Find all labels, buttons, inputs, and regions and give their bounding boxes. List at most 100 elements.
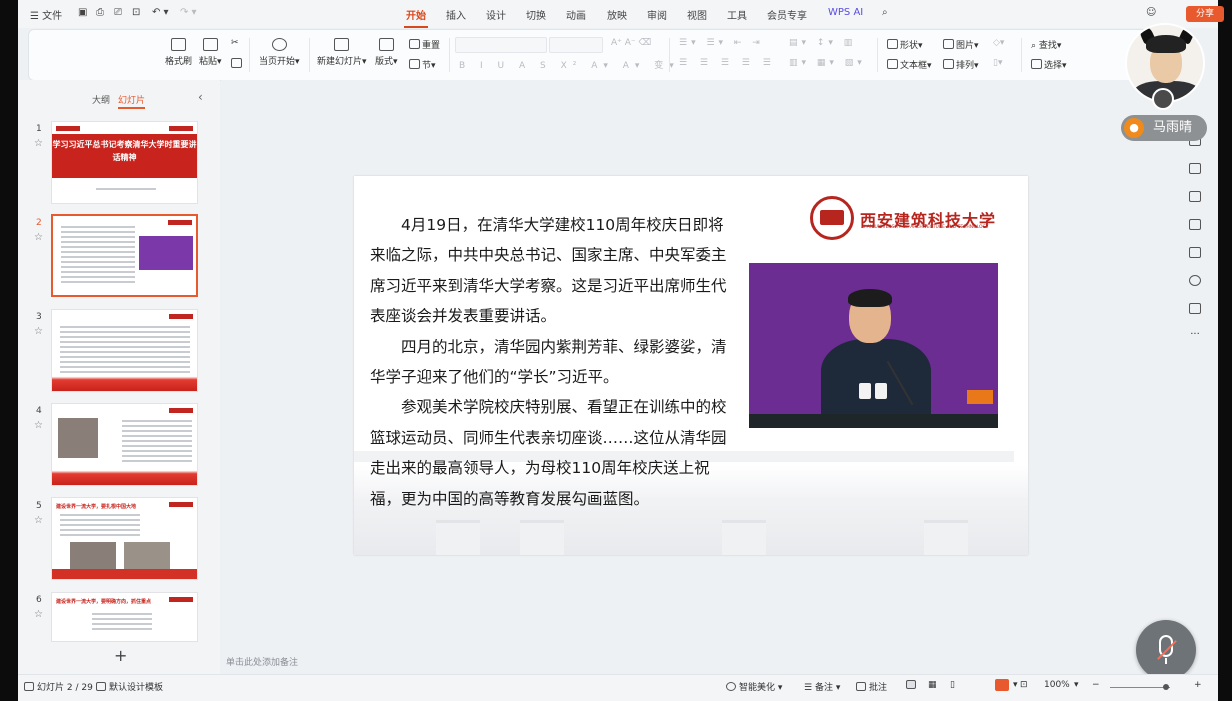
tab-review[interactable]: 审阅 xyxy=(647,7,667,22)
align-controls[interactable]: ☰ ☰ ☰ ☰ ☰ xyxy=(679,58,776,68)
shape-button[interactable]: 形状▾ xyxy=(887,38,923,51)
undo-icon[interactable]: ↶ ▾ xyxy=(152,7,169,18)
text-format-controls[interactable]: B I U A S X² A▾ A▾ 变▾ xyxy=(459,58,680,71)
paragraph-controls[interactable]: ▤▾ ↕▾ ▥ xyxy=(789,38,856,48)
tab-transition[interactable]: 切换 xyxy=(526,7,546,22)
zoom-out-button[interactable]: − xyxy=(1092,680,1100,690)
zoom-in-button[interactable]: + xyxy=(1194,680,1202,690)
play-slideshow-button[interactable] xyxy=(995,679,1009,691)
magic-tool-icon[interactable] xyxy=(1189,219,1201,230)
picture-tool-icon[interactable] xyxy=(1189,191,1201,202)
slide-thumbnail-1[interactable]: 学习习近平总书记考察清华大学时重要讲话精神 xyxy=(51,121,198,204)
help-icon[interactable] xyxy=(1189,275,1201,286)
background-pillar xyxy=(722,520,766,555)
zoom-dropdown-icon[interactable]: ▾ xyxy=(1074,680,1079,690)
find-button[interactable]: ⌕ 查找▾ xyxy=(1031,38,1061,51)
comments-button[interactable]: 批注 xyxy=(856,680,887,693)
normal-view-icon[interactable] xyxy=(906,680,919,691)
book-icon[interactable] xyxy=(1189,247,1201,258)
copy-icon[interactable] xyxy=(231,58,244,70)
select-button[interactable]: 选择▾ xyxy=(1031,58,1067,71)
font-size-controls[interactable]: A⁺ A⁻ ⌫ xyxy=(611,38,651,48)
slide-thumbnail-4[interactable] xyxy=(51,403,198,486)
tab-insert[interactable]: 插入 xyxy=(446,7,466,22)
tab-outline[interactable]: 大纲 xyxy=(92,93,110,106)
mute-microphone-button[interactable] xyxy=(1136,620,1196,680)
slide-thumbnail-6[interactable]: 建设世界一流大学，要明确方向，抓住重点 xyxy=(51,592,198,642)
tab-home[interactable]: 开始 xyxy=(404,7,428,28)
star-icon[interactable]: ☆ xyxy=(34,609,43,620)
zoom-level[interactable]: 100% xyxy=(1044,680,1070,690)
copy-style-icon[interactable] xyxy=(1189,163,1201,174)
notes-placeholder[interactable]: 单击此处添加备注 xyxy=(226,655,298,668)
reset-button[interactable]: 重置 xyxy=(409,38,440,51)
tab-design[interactable]: 设计 xyxy=(486,7,506,22)
shirt-icon[interactable] xyxy=(1189,303,1201,314)
template-button[interactable]: 默认设计模板 xyxy=(96,680,163,693)
slide-body-text[interactable]: 4月19日，在清华大学建校110周年校庆日即将来临之际，中共中央总书记、国家主席… xyxy=(370,210,733,514)
tab-membership[interactable]: 会员专享 xyxy=(767,7,807,22)
tab-animation[interactable]: 动画 xyxy=(566,7,586,22)
font-size-select[interactable] xyxy=(549,37,603,53)
slide-sorter-icon[interactable]: ▦ xyxy=(928,680,937,690)
cut-icon[interactable]: ✂ xyxy=(231,38,239,48)
slide-thumbnail-3[interactable] xyxy=(51,309,198,392)
export-pdf-icon[interactable]: ⎙ xyxy=(96,7,104,18)
zoom-slider-track[interactable] xyxy=(1110,687,1170,688)
new-slide-button[interactable]: 新建幻灯片▾ xyxy=(317,38,367,67)
save-icon[interactable]: ▣ xyxy=(78,7,87,18)
add-slide-button[interactable]: + xyxy=(114,646,127,665)
share-button[interactable]: 分享 xyxy=(1186,6,1224,22)
arrange-button[interactable]: 排列▾ xyxy=(943,58,979,71)
list-controls[interactable]: ☰▾ ☰▾ ⇤ ⇥ xyxy=(679,38,764,48)
smart-beautify-button[interactable]: 智能美化 ▾ xyxy=(726,680,782,693)
fill-button[interactable]: ◇▾ xyxy=(993,38,1004,48)
format-painter-button[interactable]: 格式刷 xyxy=(165,38,192,67)
paragraph-2: 四月的北京，清华园内紫荆芳菲、绿影婆娑，清华学子迎来了他们的“学长”习近平。 xyxy=(370,337,727,387)
textbox-label: 文本框 xyxy=(900,61,928,71)
emoji-icon[interactable]: ☺ xyxy=(1146,7,1156,18)
picture-button[interactable]: 图片▾ xyxy=(943,38,979,51)
tab-tools[interactable]: 工具 xyxy=(727,7,747,22)
from-current-slide-button[interactable]: 当页开始▾ xyxy=(259,38,300,67)
slide-thumbnail-5[interactable]: 建设世界一流大学，要扎根中国大地 xyxy=(51,497,198,580)
font-name-select[interactable] xyxy=(455,37,547,53)
paragraph-3: 参观美术学院校庆特别展、看望正在训练中的校篮球运动员、同师生代表亲切座谈……这位… xyxy=(370,398,727,508)
file-menu[interactable]: ☰ 文件 xyxy=(30,7,62,22)
section-button[interactable]: 节▾ xyxy=(409,58,436,71)
brush-icon xyxy=(171,38,186,51)
column-controls[interactable]: ▥▾ ▦▾ ▧▾ xyxy=(789,58,866,68)
collapse-panel-icon[interactable]: ‹ xyxy=(198,90,203,104)
logo-mark xyxy=(169,314,193,319)
wps-ai-button[interactable]: WPS AI xyxy=(828,7,863,18)
star-icon[interactable]: ☆ xyxy=(34,420,43,431)
textbox-button[interactable]: 文本框▾ xyxy=(887,58,932,71)
slide-thumbnail-2[interactable] xyxy=(51,214,198,297)
preview-icon[interactable]: ⊡ xyxy=(132,7,140,18)
star-icon[interactable]: ☆ xyxy=(34,515,43,526)
thumb-band xyxy=(52,569,197,579)
star-icon[interactable]: ☆ xyxy=(34,326,43,337)
new-slide-label: 新建幻灯片 xyxy=(317,57,363,67)
layout-button[interactable]: 版式▾ xyxy=(375,38,398,67)
paste-button[interactable]: 粘贴▾ xyxy=(199,38,222,67)
slide-photo[interactable] xyxy=(749,263,998,428)
divider xyxy=(449,38,450,72)
more-icon[interactable]: ··· xyxy=(1189,330,1201,342)
print-icon[interactable]: ⎚ xyxy=(114,7,122,18)
tab-slides[interactable]: 幻灯片 xyxy=(118,93,146,109)
star-icon[interactable]: ☆ xyxy=(34,138,43,149)
search-icon[interactable]: ⌕ xyxy=(882,7,888,18)
tab-slideshow[interactable]: 放映 xyxy=(607,7,627,22)
redo-icon[interactable]: ↷ ▾ xyxy=(180,7,197,18)
fit-window-icon[interactable]: ⊡ xyxy=(1020,680,1028,690)
play-dropdown-icon[interactable]: ▾ xyxy=(1013,680,1018,690)
reading-view-icon[interactable]: ▯ xyxy=(950,680,955,690)
tab-view[interactable]: 视图 xyxy=(687,7,707,22)
outline-button[interactable]: ▯▾ xyxy=(993,58,1002,68)
zoom-slider-handle[interactable] xyxy=(1163,684,1169,690)
star-icon[interactable]: ☆ xyxy=(34,232,43,243)
file-menu-label: 文件 xyxy=(42,11,63,22)
current-slide[interactable]: 西安建筑科技大学 XI'AN UNIVERSITY OF ARCHITECTUR… xyxy=(354,176,1028,555)
notes-button[interactable]: ☰ 备注 ▾ xyxy=(804,680,840,693)
